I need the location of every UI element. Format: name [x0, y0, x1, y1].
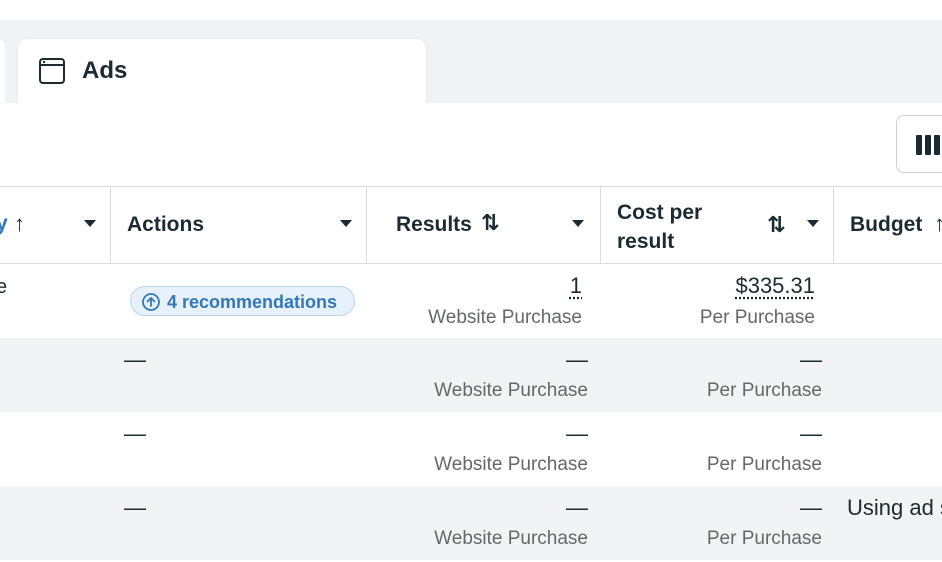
caret-down-icon[interactable]: [84, 220, 96, 227]
results-value: —: [566, 347, 588, 372]
header-results-label: Results: [396, 213, 472, 236]
results-value: —: [566, 421, 588, 446]
header-cost-per-result[interactable]: Cost per result ⇅: [601, 187, 834, 264]
cost-value: —: [800, 347, 822, 372]
tab-previous[interactable]: [0, 40, 5, 103]
results-sub: Website Purchase: [428, 307, 582, 328]
sort-arrows-icon[interactable]: ⇅: [481, 211, 499, 235]
header-budget-label: Budget: [850, 213, 923, 236]
results-value: —: [566, 495, 588, 520]
actions-value: —: [124, 495, 146, 520]
columns-icon: [916, 135, 940, 155]
results-sub: Website Purchase: [434, 454, 588, 475]
recommendations-label: 4 recommendations: [167, 292, 338, 312]
table-header: y ↑ Actions Results ⇅ Cost per result ⇅ …: [0, 186, 942, 264]
actions-value: —: [124, 421, 146, 446]
table-row[interactable]: e 4 recommendations 1 Website Purchase $…: [0, 264, 942, 338]
top-bar: [0, 0, 942, 20]
header-first-label: y: [0, 212, 8, 235]
results-sub: Website Purchase: [434, 528, 588, 549]
caret-down-icon[interactable]: [807, 220, 819, 227]
ad-frame-icon: [39, 58, 65, 84]
results-value[interactable]: 1: [482, 274, 582, 298]
row-first-cell: e: [0, 276, 8, 298]
header-cost-label-line1: Cost per: [617, 201, 703, 224]
arrow-up-circle-icon: [142, 293, 160, 311]
cost-sub: Per Purchase: [706, 454, 822, 475]
recommendations-badge[interactable]: 4 recommendations: [130, 286, 355, 316]
cost-value: —: [800, 495, 822, 520]
budget-value: Using ad s: [847, 495, 942, 520]
header-results[interactable]: Results ⇅: [367, 187, 601, 264]
actions-value: —: [124, 347, 146, 372]
results-sub: Website Purchase: [434, 380, 588, 401]
table-row[interactable]: — — Website Purchase — Per Purchase: [0, 338, 942, 412]
table-row[interactable]: — — Website Purchase — Per Purchase Usin…: [0, 486, 942, 560]
sort-ascending-icon[interactable]: ↑: [934, 212, 942, 236]
table-row[interactable]: — — Website Purchase — Per Purchase: [0, 412, 942, 486]
header-budget[interactable]: Budget ↑: [834, 187, 942, 264]
table-toolbar: [0, 103, 942, 186]
tab-ads[interactable]: Ads: [18, 39, 426, 103]
tab-ads-label: Ads: [82, 57, 128, 84]
cost-value: —: [800, 421, 822, 446]
cost-sub: Per Purchase: [706, 528, 822, 549]
header-actions-label: Actions: [127, 213, 205, 236]
caret-down-icon[interactable]: [572, 220, 584, 227]
columns-button[interactable]: [896, 115, 942, 173]
header-cost-label-line2: result: [617, 230, 675, 253]
header-first-column[interactable]: y ↑: [0, 187, 111, 264]
cost-sub: Per Purchase: [699, 307, 815, 328]
sort-ascending-icon[interactable]: ↑: [14, 212, 25, 236]
cost-value[interactable]: $335.31: [655, 274, 815, 298]
header-actions[interactable]: Actions: [111, 187, 367, 264]
cost-sub: Per Purchase: [706, 380, 822, 401]
caret-down-icon[interactable]: [340, 220, 352, 227]
sort-arrows-icon[interactable]: ⇅: [767, 213, 785, 237]
